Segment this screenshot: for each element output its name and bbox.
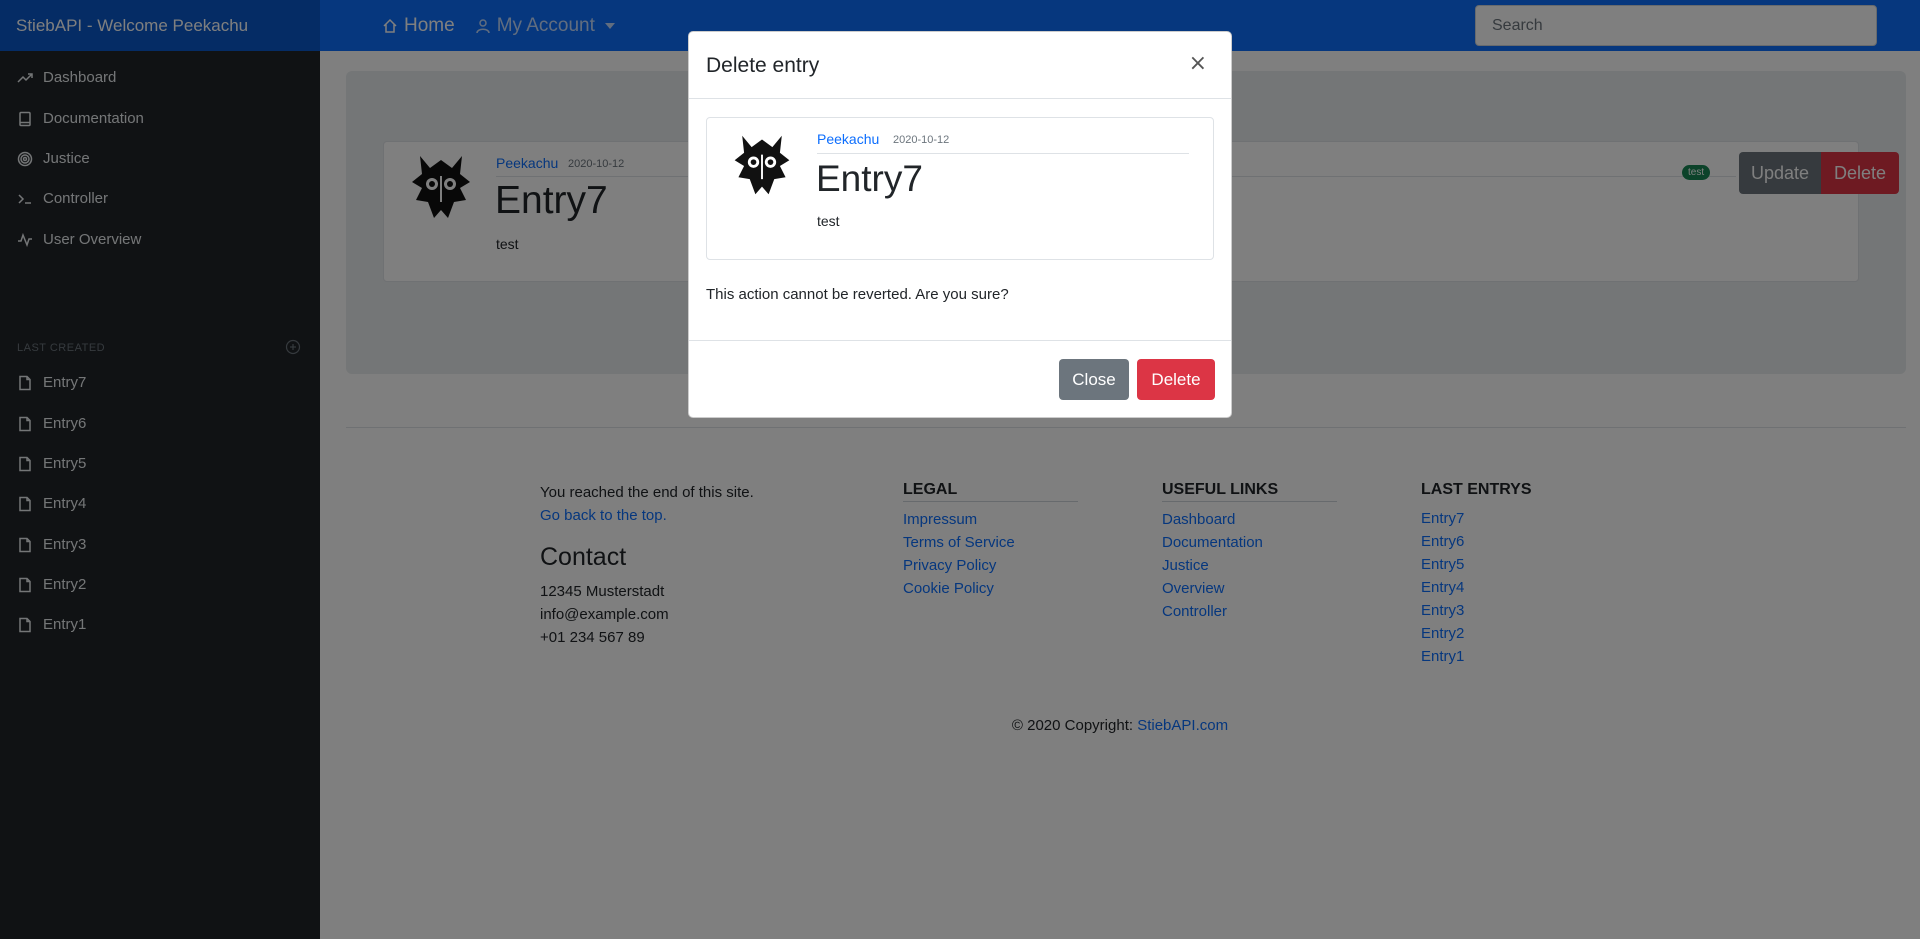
modal-header: Delete entry × bbox=[689, 32, 1231, 99]
modal-entry-author[interactable]: Peekachu bbox=[817, 131, 879, 147]
modal-warning-text: This action cannot be reverted. Are you … bbox=[706, 286, 1009, 303]
modal-entry-text: test bbox=[817, 213, 840, 229]
confirm-delete-button[interactable]: Delete bbox=[1137, 359, 1215, 400]
delete-entry-modal: Delete entry × Peekachu 2020-10-12 Entry… bbox=[688, 31, 1232, 418]
modal-entry-title: Entry7 bbox=[816, 158, 923, 199]
mask-avatar-icon bbox=[734, 135, 790, 195]
divider bbox=[817, 153, 1189, 154]
close-icon[interactable]: × bbox=[1183, 50, 1213, 77]
modal-entry-date: 2020-10-12 bbox=[893, 134, 950, 146]
close-button[interactable]: Close bbox=[1059, 359, 1129, 400]
modal-footer: Close Delete bbox=[689, 340, 1231, 419]
modal-title: Delete entry bbox=[706, 54, 820, 77]
modal-entry-preview: Peekachu 2020-10-12 Entry7 test bbox=[706, 117, 1214, 260]
